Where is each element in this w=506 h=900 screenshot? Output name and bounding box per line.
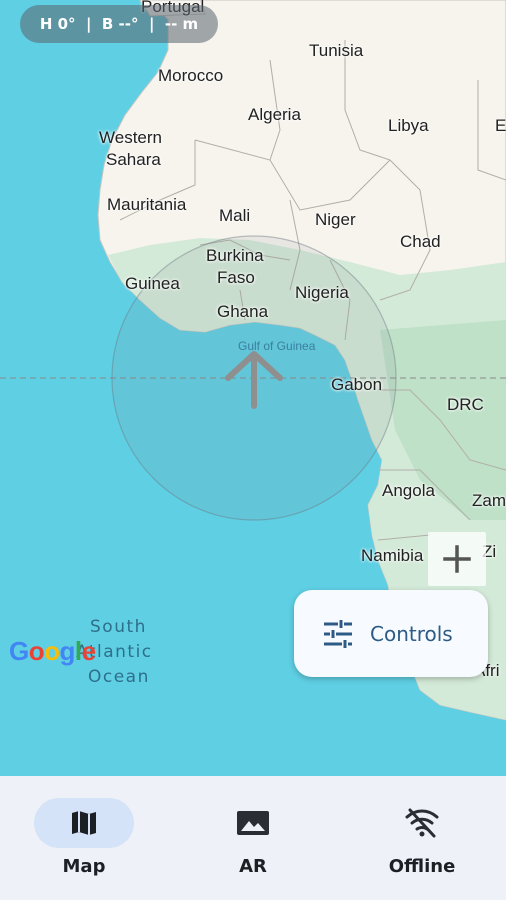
map-label-drc: DRC	[447, 395, 484, 414]
plus-icon	[443, 545, 471, 573]
wifi-off-icon	[405, 808, 439, 838]
map-label-zambia-partial: Zam	[472, 491, 506, 510]
map-label-mali: Mali	[219, 206, 251, 225]
map-label-guinea: Guinea	[125, 274, 180, 293]
nav-item-map[interactable]: Map	[0, 776, 168, 900]
nav-pill-map	[34, 798, 134, 848]
map-label-tunisia: Tunisia	[309, 41, 364, 60]
hud-text: H 0° | B --° | -- m	[39, 15, 199, 33]
tune-sliders-icon	[324, 619, 352, 648]
map-label-chad: Chad	[400, 232, 441, 251]
map-label-western-sahara-1: Western	[99, 128, 162, 147]
nav-item-offline[interactable]: Offline	[338, 776, 506, 900]
map-label-egypt-partial: E	[495, 116, 506, 135]
bottom-navigation: Map AR Offline	[0, 776, 506, 900]
map-label-ghana: Ghana	[217, 302, 269, 321]
map-icon	[72, 811, 96, 835]
map-label-libya: Libya	[388, 116, 429, 135]
nav-item-ar[interactable]: AR	[169, 776, 337, 900]
heading-arrow-icon	[225, 351, 283, 409]
map-label-angola: Angola	[382, 481, 435, 500]
nav-label-ar: AR	[239, 856, 267, 877]
controls-button-label: Controls	[370, 621, 453, 646]
map-label-namibia: Namibia	[361, 546, 424, 565]
map-label-gabon: Gabon	[331, 375, 383, 394]
nav-label-map: Map	[62, 856, 106, 877]
heading-bearing-hud: H 0° | B --° | -- m	[20, 5, 218, 43]
zoom-in-button[interactable]	[428, 532, 486, 586]
map-label-south-atlantic-ocean: South Atlantic Ocean	[76, 615, 153, 690]
map-label-burkina-1: Burkina	[206, 246, 264, 265]
map-label-western-sahara-2: Sahara	[106, 150, 161, 169]
nav-pill-offline	[372, 798, 472, 848]
map-label-burkina-2: Faso	[217, 268, 255, 287]
ocean-label-line1: South	[90, 617, 147, 637]
map-label-morocco: Morocco	[158, 66, 224, 85]
map-label-niger: Niger	[315, 210, 356, 229]
map-label-algeria: Algeria	[248, 105, 301, 124]
nav-label-offline: Offline	[388, 856, 456, 877]
google-logo: Google	[9, 636, 96, 666]
map-label-nigeria: Nigeria	[295, 283, 349, 302]
controls-button[interactable]: Controls	[294, 590, 488, 677]
map-label-mauritania: Mauritania	[107, 195, 187, 214]
nav-pill-ar	[203, 798, 303, 848]
landscape-icon	[237, 811, 269, 835]
ocean-label-line3: Ocean	[88, 667, 150, 687]
